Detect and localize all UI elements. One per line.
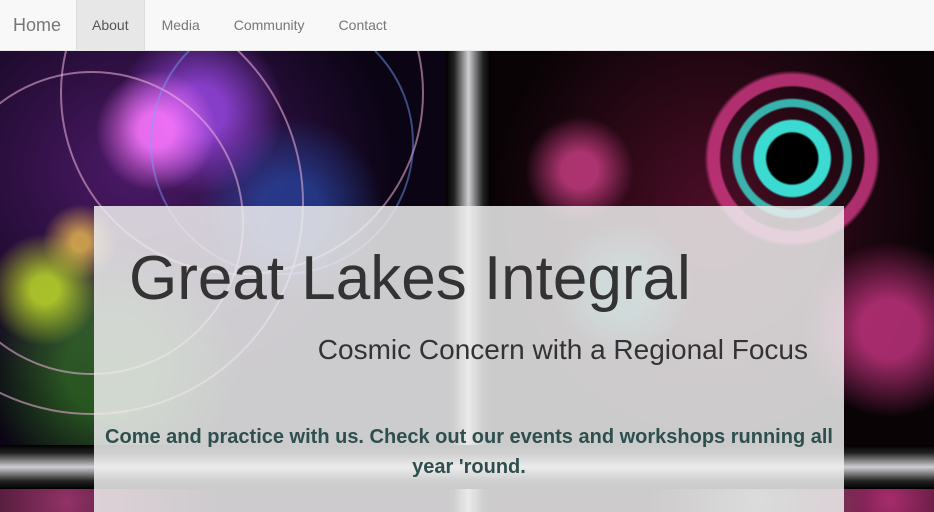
nav-link-media[interactable]: Media [145, 0, 217, 50]
nav-item-contact: Contact [322, 0, 404, 50]
jumbotron: Great Lakes Integral Cosmic Concern with… [94, 206, 844, 512]
lead-text: Come and practice with us. Check out our… [105, 426, 833, 478]
page-subtitle: Cosmic Concern with a Regional Focus [317, 334, 808, 365]
page-title: Great Lakes Integral [129, 244, 691, 313]
nav-item-community: Community [217, 0, 322, 50]
brand-home-link[interactable]: Home [0, 0, 76, 50]
nav-item-about: About [76, 0, 145, 50]
nav-link-about[interactable]: About [76, 0, 145, 50]
nav-link-community[interactable]: Community [217, 0, 322, 50]
nav-link-contact[interactable]: Contact [322, 0, 404, 50]
nav-menu: About Media Community Contact [76, 0, 404, 50]
nav-item-media: Media [145, 0, 217, 50]
navbar: Home About Media Community Contact [0, 0, 934, 51]
